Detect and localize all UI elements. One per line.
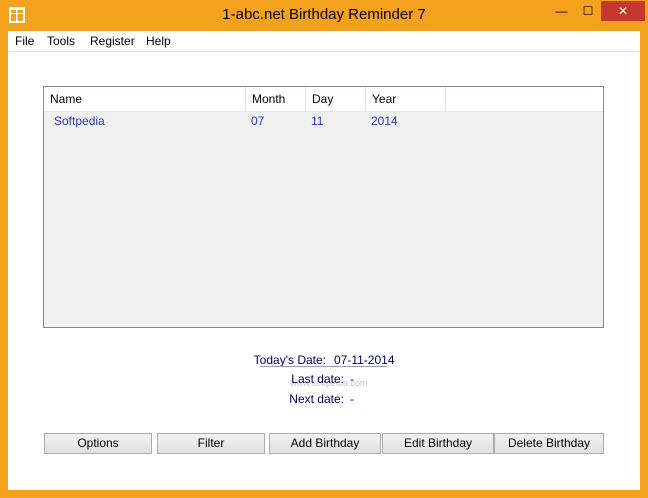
menu-bar: File Tools Register Help <box>8 31 640 52</box>
column-header-year[interactable]: Year <box>366 87 446 111</box>
last-date-label: Last date: <box>291 372 344 386</box>
cell-name: Softpedia <box>54 114 105 128</box>
filter-button[interactable]: Filter <box>157 433 265 454</box>
next-date-label: Next date: <box>289 392 344 406</box>
add-birthday-button[interactable]: Add Birthday <box>269 433 381 454</box>
edit-birthday-button[interactable]: Edit Birthday <box>382 433 494 454</box>
today-date-underline <box>260 366 387 367</box>
delete-birthday-button[interactable]: Delete Birthday <box>494 433 604 454</box>
today-date-label: Today's Date: <box>253 353 326 367</box>
close-button[interactable]: ✕ <box>601 1 645 21</box>
menu-file[interactable]: File <box>15 34 34 48</box>
title-bar[interactable]: 1-abc.net Birthday Reminder 7 — ☐ ✕ <box>0 0 648 31</box>
column-header-name[interactable]: Name <box>44 87 246 111</box>
client-area: File Tools Register Help Name Month Day … <box>8 31 640 490</box>
cell-year: 2014 <box>371 114 398 128</box>
last-date-value: - <box>350 372 354 386</box>
today-date-value: 07-11-2014 <box>334 353 395 367</box>
table-row[interactable]: Softpedia 07 11 2014 <box>44 111 603 131</box>
list-header: Name Month Day Year <box>44 87 603 112</box>
column-header-day[interactable]: Day <box>306 87 366 111</box>
cell-day: 11 <box>311 114 324 128</box>
app-window: 1-abc.net Birthday Reminder 7 — ☐ ✕ File… <box>0 0 648 498</box>
column-header-month[interactable]: Month <box>246 87 306 111</box>
menu-tools[interactable]: Tools <box>47 34 75 48</box>
minimize-button[interactable]: — <box>548 1 575 21</box>
birthday-list[interactable]: Name Month Day Year Softpedia 07 11 2014 <box>43 86 604 328</box>
next-date-value: - <box>350 392 354 406</box>
maximize-button[interactable]: ☐ <box>575 1 601 21</box>
menu-register[interactable]: Register <box>90 34 135 48</box>
menu-help[interactable]: Help <box>146 34 171 48</box>
cell-month: 07 <box>251 114 265 128</box>
options-button[interactable]: Options <box>44 433 152 454</box>
